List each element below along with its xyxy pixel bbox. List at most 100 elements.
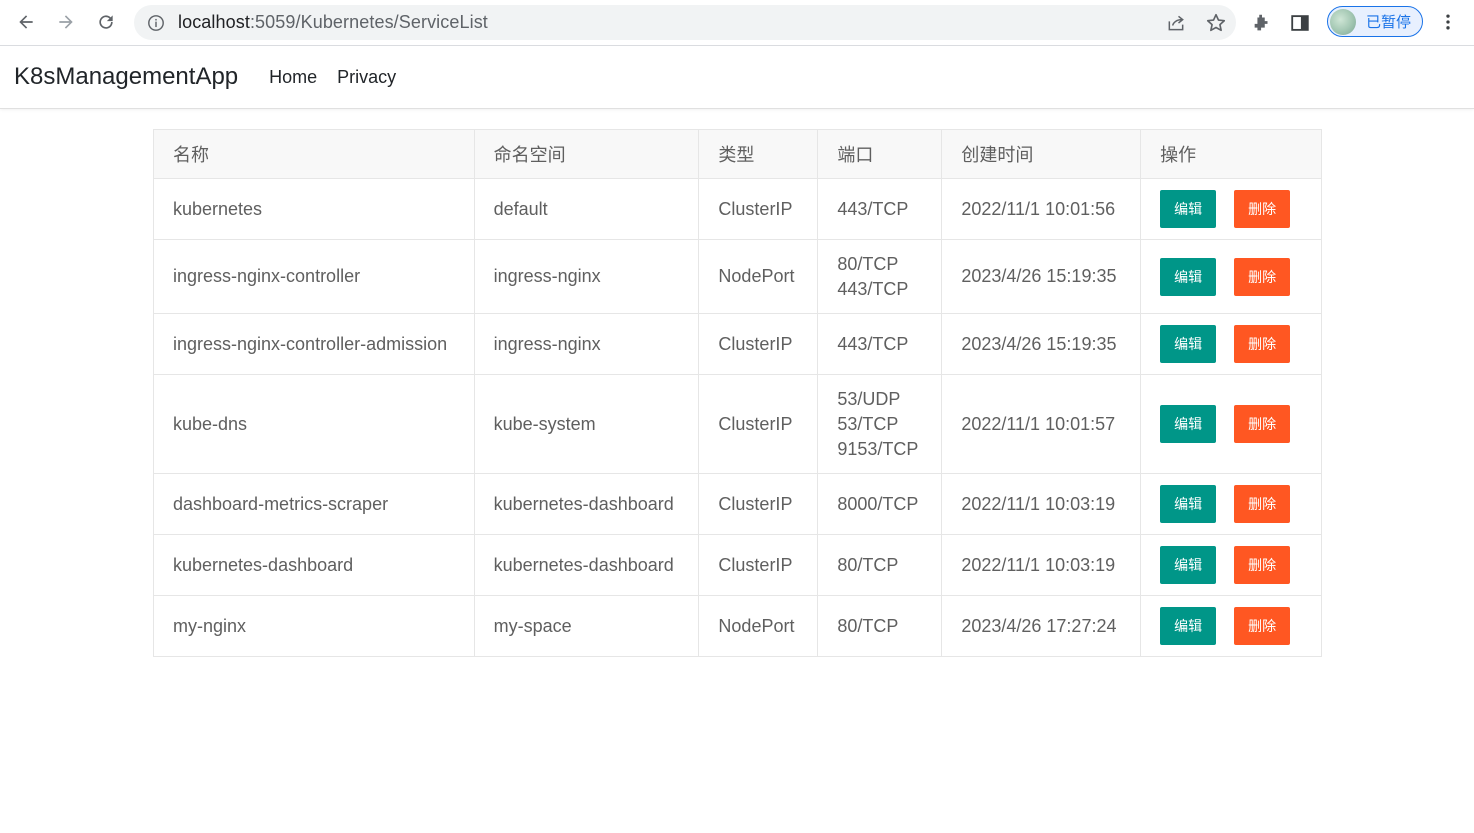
cell-type: ClusterIP [698,313,819,375]
cell-type: ClusterIP [698,374,819,474]
nav-link-home[interactable]: Home [269,67,317,88]
cell-created: 2022/11/1 10:01:56 [941,178,1142,240]
cell-name: kube-dns [153,374,475,474]
cell-actions: 编辑 删除 [1140,473,1322,535]
forward-button[interactable] [48,4,84,40]
cell-namespace: kube-system [473,374,700,474]
cell-created: 2022/11/1 10:01:57 [941,374,1142,474]
profile-status-label: 已暂停 [1366,14,1412,31]
cell-actions: 编辑 删除 [1140,595,1322,657]
cell-type: NodePort [698,595,819,657]
cell-actions: 编辑 删除 [1140,534,1322,596]
browser-toolbar: localhost:5059/Kubernetes/ServiceList 已暂… [0,0,1474,46]
bookmark-star-icon[interactable] [1204,11,1228,35]
side-panel-icon[interactable] [1288,11,1312,35]
cell-ports: 80/TCP 443/TCP [817,239,943,314]
header-actions: 操作 [1140,129,1322,179]
cell-ports: 443/TCP [817,313,943,375]
reload-icon [99,15,113,29]
edit-button[interactable]: 编辑 [1160,607,1217,645]
cell-namespace: ingress-nginx [473,313,700,375]
cell-namespace: my-space [473,595,700,657]
url-path: :5059/Kubernetes/ServiceList [249,12,488,32]
cell-name: ingress-nginx-controller-admission [153,313,475,375]
delete-button[interactable]: 删除 [1234,325,1291,363]
table-row: kubernetes-dashboard kubernetes-dashboar… [153,534,1322,596]
reload-button[interactable] [88,4,124,40]
cell-ports: 443/TCP [817,178,943,240]
delete-button[interactable]: 删除 [1234,485,1291,523]
delete-button[interactable]: 删除 [1234,190,1291,228]
back-button[interactable] [8,4,44,40]
share-icon[interactable] [1164,11,1188,35]
port-entry: 80/TCP [837,615,899,636]
cell-name: ingress-nginx-controller [153,239,475,314]
avatar [1330,8,1356,35]
url-text: localhost:5059/Kubernetes/ServiceList [178,12,488,33]
nav-link-privacy[interactable]: Privacy [337,67,396,88]
service-table-container: 名称 命名空间 类型 端口 创建时间 操作 kubernetes default… [153,129,1322,657]
table-row: kubernetes default ClusterIP 443/TCP 202… [153,178,1322,240]
cell-created: 2023/4/26 17:27:24 [941,595,1142,657]
cell-namespace: default [473,178,700,240]
delete-button[interactable]: 删除 [1234,607,1291,645]
service-table: 名称 命名空间 类型 端口 创建时间 操作 kubernetes default… [153,129,1322,657]
delete-button[interactable]: 删除 [1234,257,1291,296]
info-icon[interactable] [146,13,166,33]
brand-link[interactable]: K8sManagementApp [14,63,238,91]
cell-created: 2023/4/26 15:19:35 [941,239,1142,314]
cell-type: ClusterIP [698,473,819,535]
profile-button[interactable]: 已暂停 [1327,6,1423,37]
edit-button[interactable]: 编辑 [1160,485,1217,523]
cell-name: kubernetes [153,178,475,240]
cell-actions: 编辑 删除 [1140,374,1322,474]
cell-ports: 80/TCP [817,534,943,596]
edit-button[interactable]: 编辑 [1160,405,1217,443]
cell-created: 2023/4/26 15:19:35 [941,313,1142,375]
header-namespace: 命名空间 [473,129,700,179]
table-row: my-nginx my-space NodePort 80/TCP 2023/4… [153,595,1322,657]
extensions-puzzle-icon[interactable] [1250,11,1274,35]
cell-actions: 编辑 删除 [1140,178,1322,240]
port-entry: 53/TCP [837,413,899,434]
delete-button[interactable]: 删除 [1234,546,1291,584]
header-type: 类型 [698,129,819,179]
address-bar[interactable]: localhost:5059/Kubernetes/ServiceList [134,5,1236,40]
cell-ports: 80/TCP [817,595,943,657]
url-host: localhost [178,12,250,32]
table-row: ingress-nginx-controller-admission ingre… [153,313,1322,375]
cell-ports: 53/UDP 53/TCP 9153/TCP [817,374,943,474]
cell-type: ClusterIP [698,178,819,240]
cell-namespace: kubernetes-dashboard [473,534,700,596]
delete-button[interactable]: 删除 [1234,405,1291,443]
edit-button[interactable]: 编辑 [1160,325,1217,363]
cell-namespace: kubernetes-dashboard [473,473,700,535]
arrow-right-icon [59,15,73,29]
port-entry: 53/UDP [837,388,901,409]
edit-button[interactable]: 编辑 [1160,546,1217,584]
cell-name: dashboard-metrics-scraper [153,473,475,535]
port-entry: 443/TCP [837,333,909,354]
cell-namespace: ingress-nginx [473,239,700,314]
port-entry: 9153/TCP [837,438,919,459]
edit-button[interactable]: 编辑 [1160,190,1217,228]
table-row: ingress-nginx-controller ingress-nginx N… [153,239,1322,314]
table-row: dashboard-metrics-scraper kubernetes-das… [153,473,1322,535]
header-created: 创建时间 [941,129,1142,179]
cell-name: kubernetes-dashboard [153,534,475,596]
header-ports: 端口 [817,129,943,179]
more-menu-icon[interactable] [1436,10,1460,34]
table-header-row: 名称 命名空间 类型 端口 创建时间 操作 [153,129,1322,179]
cell-actions: 编辑 删除 [1140,239,1322,314]
table-row: kube-dns kube-system ClusterIP 53/UDP 53… [153,374,1322,474]
cell-created: 2022/11/1 10:03:19 [941,534,1142,596]
port-entry: 443/TCP [837,198,909,219]
cell-type: ClusterIP [698,534,819,596]
cell-type: NodePort [698,239,819,314]
cell-created: 2022/11/1 10:03:19 [941,473,1142,535]
edit-button[interactable]: 编辑 [1160,257,1217,296]
cell-ports: 8000/TCP [817,473,943,535]
port-entry: 443/TCP [837,278,909,299]
port-entry: 80/TCP [837,554,899,575]
cell-name: my-nginx [153,595,475,657]
